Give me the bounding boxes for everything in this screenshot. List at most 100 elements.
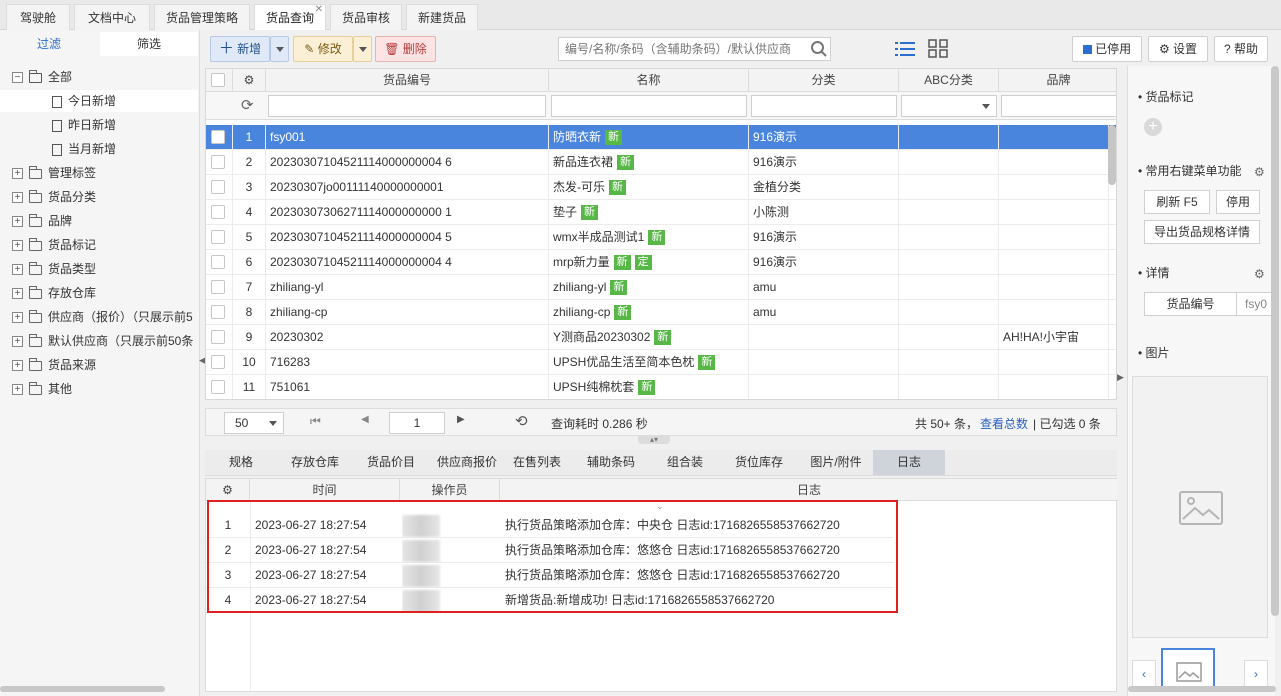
expand-icon[interactable]: +	[12, 240, 23, 252]
tree-item-default-supplier[interactable]: + 默认供应商（只展示前50条	[12, 330, 200, 352]
table-row[interactable]: 3 20230307jo00111140000000001 杰发-可乐新金植分类	[206, 175, 1116, 200]
column-settings[interactable]: ⚙	[233, 69, 266, 92]
tree-item-warehouse[interactable]: + 存放仓库	[12, 282, 96, 304]
splitter-handle[interactable]: ▴▾	[638, 436, 670, 444]
export-spec-button[interactable]: 导出货品规格详情	[1144, 220, 1260, 244]
add-mark-icon[interactable]: +	[1144, 118, 1162, 136]
add-button[interactable]: ＋ 新增	[210, 36, 270, 62]
table-row[interactable]: 2 20230307104521114000000004 6 新品连衣裙新 916演示	[206, 150, 1116, 175]
gear-icon[interactable]: ⚙	[1254, 267, 1265, 281]
tab-spec[interactable]: 规格	[205, 450, 277, 475]
next-page-icon[interactable]: ▶	[457, 414, 465, 425]
refresh-icon[interactable]: ⟳	[241, 96, 254, 114]
tab-cockpit[interactable]: 驾驶舱	[6, 4, 70, 30]
tab-location-stock[interactable]: 货位库存	[717, 450, 801, 475]
column-header-category[interactable]: 分类	[749, 69, 899, 92]
row-checkbox[interactable]	[211, 305, 225, 319]
sidebar-tab-screen[interactable]: 筛选	[100, 32, 198, 56]
tree-item-month-new[interactable]: 当月新增	[52, 138, 116, 160]
log-header-operator[interactable]: 操作员	[400, 479, 500, 501]
expand-icon[interactable]: +	[12, 360, 23, 372]
header-select-all[interactable]	[206, 69, 233, 92]
row-checkbox[interactable]	[211, 355, 225, 369]
row-select[interactable]	[206, 150, 233, 175]
tab-goods-review[interactable]: 货品审核	[330, 4, 402, 30]
page-vertical-scrollbar[interactable]	[1271, 66, 1279, 616]
row-select[interactable]	[206, 350, 233, 375]
tab-goods-query[interactable]: 货品查询 ✕	[254, 4, 326, 30]
gear-icon[interactable]: ⚙	[222, 483, 233, 497]
disable-button[interactable]: 停用	[1216, 190, 1260, 214]
row-checkbox[interactable]	[211, 205, 225, 219]
prev-image-button[interactable]: ‹	[1132, 660, 1156, 688]
page-size-select[interactable]: 50	[224, 412, 284, 434]
tab-combo[interactable]: 组合装	[653, 450, 717, 475]
column-header-name[interactable]: 名称	[549, 69, 749, 92]
row-select[interactable]	[206, 325, 233, 350]
tree-item-other[interactable]: + 其他	[12, 378, 72, 400]
log-header-time[interactable]: 时间	[250, 479, 400, 501]
right-panel-scrollbar[interactable]	[1128, 686, 1276, 692]
select-all-checkbox[interactable]	[211, 73, 225, 87]
expand-icon[interactable]: +	[12, 312, 23, 324]
tab-new-goods[interactable]: 新建货品	[406, 4, 478, 30]
tab-warehouse[interactable]: 存放仓库	[277, 450, 353, 475]
filter-abc-select[interactable]	[901, 95, 997, 117]
tab-goods-strategy[interactable]: 货品管理策略	[154, 4, 250, 30]
log-column-settings[interactable]: ⚙	[206, 479, 250, 501]
collapse-right-icon[interactable]: ▶	[1117, 372, 1124, 386]
tree-item-goods-mark[interactable]: + 货品标记	[12, 234, 96, 256]
table-row[interactable]: 9 20230302 Y测商品20230302 新 AH!HA!小宇宙	[206, 325, 1116, 350]
tab-log[interactable]: 日志	[873, 450, 945, 475]
table-row[interactable]: 6 20230307104521114000000004 4 mrp新力量新定 916…	[206, 250, 1116, 275]
filter-code-input[interactable]	[268, 95, 546, 117]
gear-icon[interactable]: ⚙	[1254, 165, 1265, 179]
row-select[interactable]	[206, 200, 233, 225]
row-select[interactable]	[206, 225, 233, 250]
table-row[interactable]: 11 751061 UPSH纯棉枕套新	[206, 375, 1116, 399]
row-checkbox[interactable]	[211, 130, 225, 144]
next-image-button[interactable]: ›	[1244, 660, 1268, 688]
row-checkbox[interactable]	[211, 230, 225, 244]
row-select[interactable]	[206, 175, 233, 200]
table-row[interactable]: 8 zhiliang-cp zhiliang-cp 新 amu	[206, 300, 1116, 325]
tree-item-all[interactable]: − 全部	[12, 66, 198, 88]
row-checkbox[interactable]	[211, 330, 225, 344]
tab-images[interactable]: 图片/附件	[801, 450, 871, 475]
row-checkbox[interactable]	[211, 255, 225, 269]
table-row[interactable]: 1 fsy001 防晒衣新新 916演示	[206, 125, 1116, 150]
expand-icon[interactable]: +	[12, 336, 23, 348]
tree-item-manage-tags[interactable]: + 管理标签	[12, 162, 96, 184]
prev-page-icon[interactable]: ◀	[361, 414, 369, 425]
first-page-icon[interactable]: ⏮	[310, 414, 321, 429]
grid-view-icon[interactable]	[928, 39, 950, 59]
row-checkbox[interactable]	[211, 280, 225, 294]
tree-item-supplier-quote[interactable]: + 供应商（报价）（只展示前5	[12, 306, 200, 328]
edit-dropdown-button[interactable]	[353, 36, 372, 62]
tree-item-brand[interactable]: + 品牌	[12, 210, 72, 232]
table-row[interactable]: 5 20230307104521114000000004 5 wmx半成品测试1 新 9…	[206, 225, 1116, 250]
table-row[interactable]: 10 716283 UPSH优品生活至简本色枕新	[206, 350, 1116, 375]
tab-documents[interactable]: 文档中心	[74, 4, 150, 30]
row-select[interactable]	[206, 250, 233, 275]
close-icon[interactable]: ✕	[315, 0, 323, 23]
column-header-code[interactable]: 货品编号	[266, 69, 549, 92]
table-row[interactable]: 4 20230307306271114000000000 1 垫子新小陈测	[206, 200, 1116, 225]
tab-supplier-quote[interactable]: 供应商报价	[429, 450, 505, 475]
tab-price[interactable]: 货品价目	[353, 450, 429, 475]
tree-item-goods-type[interactable]: + 货品类型	[12, 258, 96, 280]
filter-category-input[interactable]	[751, 95, 897, 117]
page-number-input[interactable]: 1	[389, 412, 445, 434]
reload-icon[interactable]: ⟲	[515, 412, 528, 430]
expand-icon[interactable]: +	[12, 168, 23, 180]
search-icon[interactable]	[810, 40, 828, 58]
sidebar-scrollbar[interactable]	[0, 686, 165, 692]
expand-icon[interactable]: +	[12, 192, 23, 204]
list-view-icon[interactable]	[895, 40, 917, 58]
view-total-link[interactable]: 查看总数	[980, 415, 1028, 432]
column-header-abc[interactable]: ABC分类	[899, 69, 999, 92]
settings-button[interactable]: ⚙ 设置	[1148, 36, 1208, 62]
filter-name-input[interactable]	[551, 95, 747, 117]
tree-item-today-new[interactable]: 今日新增	[0, 90, 198, 112]
edit-button[interactable]: ✎ 修改	[293, 36, 353, 62]
